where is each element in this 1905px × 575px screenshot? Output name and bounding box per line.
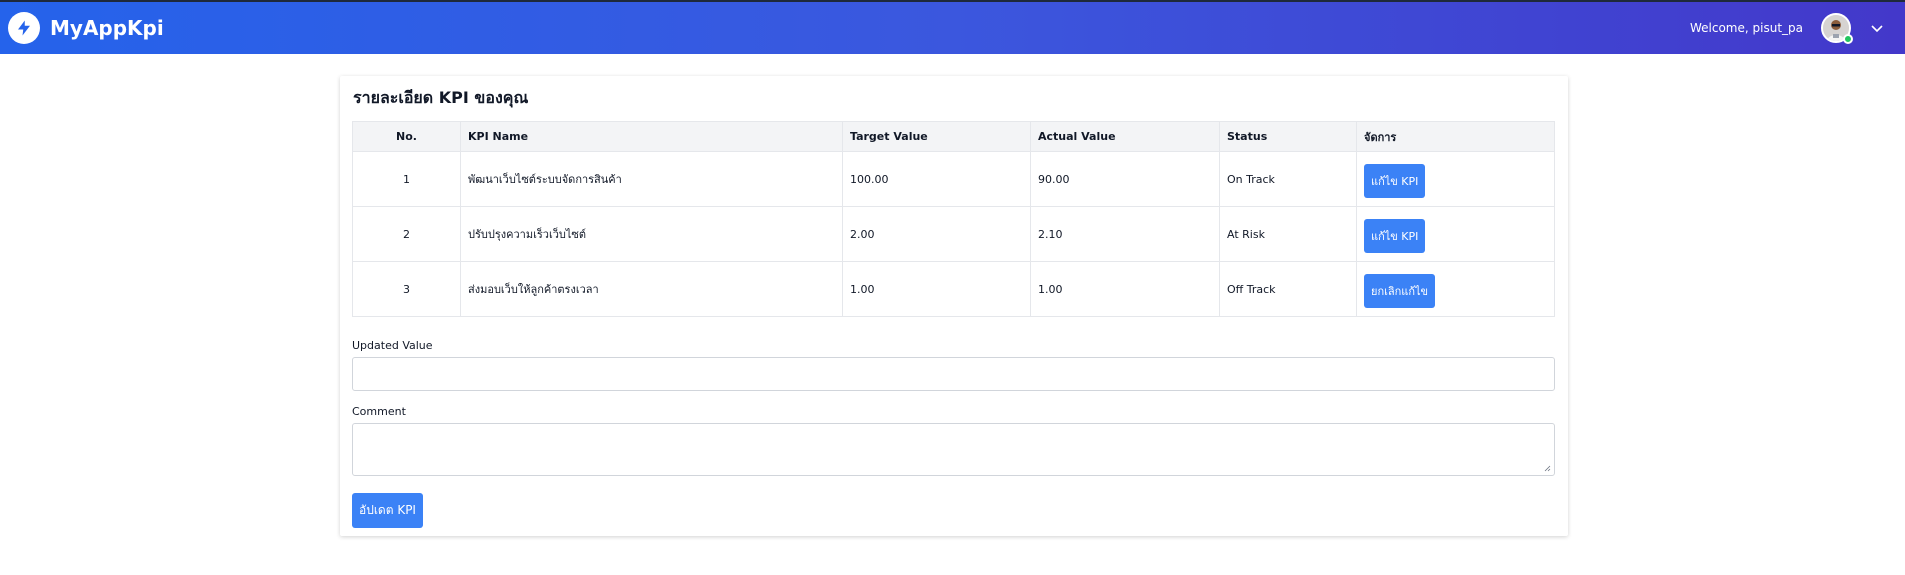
cell-kpi-name: ส่งมอบเว็บให้ลูกค้าตรงเวลา (460, 261, 843, 317)
table-row: 2 ปรับปรุงความเร็วเว็บไซต์ 2.00 2.10 At … (352, 206, 1555, 262)
updated-value-label: Updated Value (352, 339, 433, 352)
cell-no: 1 (352, 151, 461, 207)
cell-actions: แก้ไข KPI (1356, 206, 1555, 262)
table-row: 3 ส่งมอบเว็บให้ลูกค้าตรงเวลา 1.00 1.00 O… (352, 261, 1555, 317)
cell-actions: แก้ไข KPI (1356, 151, 1555, 207)
cell-status: Off Track (1219, 261, 1357, 317)
user-menu: Welcome, pisut_pa (1689, 13, 1897, 44)
chevron-down-icon[interactable] (1869, 20, 1885, 36)
brand-name: MyAppKpi (50, 16, 164, 40)
cell-status: At Risk (1219, 206, 1357, 262)
cell-kpi-name: ปรับปรุงความเร็วเว็บไซต์ (460, 206, 843, 262)
edit-kpi-button[interactable]: แก้ไข KPI (1364, 219, 1426, 253)
cell-target-value: 100.00 (842, 151, 1031, 207)
header-status: Status (1219, 121, 1357, 152)
cancel-edit-button[interactable]: ยกเลิกแก้ไข (1364, 274, 1436, 308)
page-title: รายละเอียด KPI ของคุณ (353, 88, 529, 107)
avatar[interactable] (1821, 13, 1853, 44)
kpi-table: No. KPI Name Target Value Actual Value S… (352, 121, 1555, 317)
table-row: 1 พัฒนาเว็บไซต์ระบบจัดการสินค้า 100.00 9… (352, 151, 1555, 207)
cell-actions: ยกเลิกแก้ไข (1356, 261, 1555, 317)
lightning-icon (8, 12, 40, 44)
update-kpi-button[interactable]: อัปเดต KPI (352, 493, 423, 528)
header-no: No. (352, 121, 461, 152)
header-target-value: Target Value (842, 121, 1031, 152)
cell-status: On Track (1219, 151, 1357, 207)
header-kpi-name: KPI Name (460, 121, 843, 152)
updated-value-input[interactable] (352, 357, 1555, 391)
cell-actual-value: 1.00 (1030, 261, 1220, 317)
resize-grip-icon[interactable] (1544, 465, 1551, 472)
cell-no: 2 (352, 206, 461, 262)
online-status-dot (1843, 34, 1853, 44)
cell-no: 3 (352, 261, 461, 317)
table-header-row: No. KPI Name Target Value Actual Value S… (352, 121, 1555, 152)
comment-label: Comment (352, 405, 406, 418)
cell-actual-value: 2.10 (1030, 206, 1220, 262)
cell-kpi-name: พัฒนาเว็บไซต์ระบบจัดการสินค้า (460, 151, 843, 207)
cell-target-value: 2.00 (842, 206, 1031, 262)
comment-textarea[interactable] (352, 423, 1555, 476)
kpi-details-card: รายละเอียด KPI ของคุณ No. KPI Name Targe… (340, 76, 1568, 536)
cell-target-value: 1.00 (842, 261, 1031, 317)
brand[interactable]: MyAppKpi (8, 12, 164, 44)
welcome-text: Welcome, pisut_pa (1689, 21, 1803, 35)
top-navbar: MyAppKpi Welcome, pisut_pa (0, 0, 1905, 54)
cell-actual-value: 90.00 (1030, 151, 1220, 207)
header-actual-value: Actual Value (1030, 121, 1220, 152)
header-actions: จัดการ (1356, 121, 1555, 152)
edit-kpi-button[interactable]: แก้ไข KPI (1364, 164, 1426, 198)
